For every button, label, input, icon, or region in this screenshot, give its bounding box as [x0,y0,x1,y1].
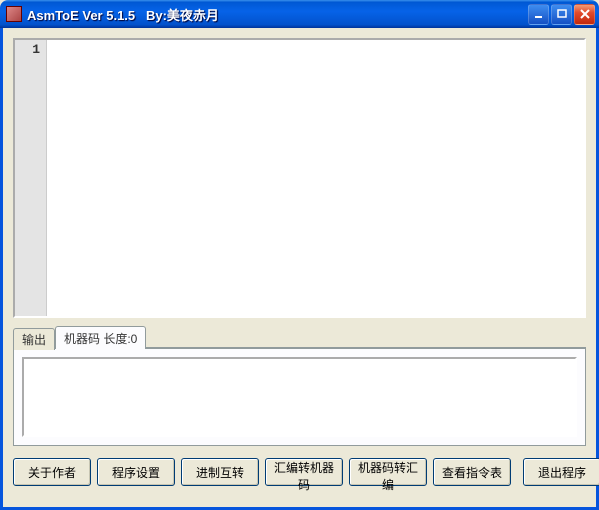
window-controls [528,4,595,25]
app-icon [6,6,22,22]
radix-convert-button[interactable]: 进制互转 [181,458,259,486]
maximize-icon [556,8,568,20]
output-textbox[interactable] [22,357,577,437]
line-number: 1 [15,42,40,57]
tab-pane [13,348,586,446]
close-button[interactable] [574,4,595,25]
client-area: 1 输出 机器码 长度:0 关于作者 程序设置 进制互转 汇编转机器码 机器码转… [0,28,599,510]
window-title: AsmToE Ver 5.1.5 By:美夜赤月 [27,5,528,24]
mc-to-asm-button[interactable]: 机器码转汇编 [349,458,427,486]
maximize-button[interactable] [551,4,572,25]
instruction-table-button[interactable]: 查看指令表 [433,458,511,486]
minimize-icon [533,8,545,20]
exit-button[interactable]: 退出程序 [523,458,599,486]
line-gutter: 1 [15,40,47,316]
minimize-button[interactable] [528,4,549,25]
tab-strip: 输出 机器码 长度:0 [13,328,586,348]
editor-content[interactable] [47,40,584,316]
about-button[interactable]: 关于作者 [13,458,91,486]
close-icon [579,8,591,20]
titlebar: AsmToE Ver 5.1.5 By:美夜赤月 [0,0,599,28]
tab-output[interactable]: 输出 [13,328,55,350]
code-editor[interactable]: 1 [13,38,586,318]
settings-button[interactable]: 程序设置 [97,458,175,486]
asm-to-mc-button[interactable]: 汇编转机器码 [265,458,343,486]
button-row: 关于作者 程序设置 进制互转 汇编转机器码 机器码转汇编 查看指令表 退出程序 [13,458,586,486]
tab-machinecode[interactable]: 机器码 长度:0 [55,326,146,349]
